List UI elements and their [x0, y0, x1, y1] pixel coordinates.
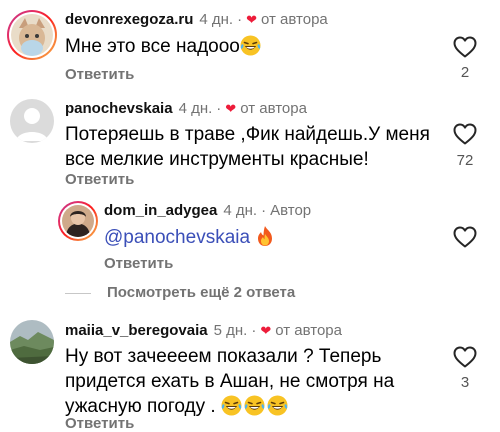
like-count: 3	[460, 374, 470, 391]
separator-dot: ·	[237, 11, 243, 28]
timestamp: 5 дн.	[213, 322, 248, 339]
avatar[interactable]	[7, 10, 57, 60]
replies-divider	[65, 293, 91, 294]
laughing-emoji-icon	[267, 395, 288, 416]
heart-outline-icon[interactable]	[453, 36, 477, 58]
profile-photo	[62, 205, 94, 237]
separator-dot: ·	[251, 322, 257, 339]
heart-filled-icon: ❤	[225, 101, 237, 116]
comment-text: Ну вот зачеееем показали ? Теперь придет…	[65, 346, 395, 417]
author-badge: от автора	[240, 100, 307, 117]
heart-filled-icon: ❤	[246, 12, 257, 27]
default-avatar-icon	[16, 108, 48, 141]
reply-button[interactable]: Ответить	[65, 415, 134, 432]
heart-outline-icon[interactable]	[453, 123, 477, 145]
author-badge: Автор	[270, 202, 312, 219]
heart-outline-icon[interactable]	[453, 226, 477, 248]
avatar[interactable]	[58, 201, 98, 241]
author-badge: от автора	[275, 322, 342, 339]
author-badge: от автора	[261, 11, 328, 28]
laughing-emoji-icon	[221, 395, 242, 416]
comment-text: Потеряешь в траве ,Фик найдешь.У меня вс…	[65, 124, 430, 170]
separator-dot: ·	[216, 100, 222, 117]
timestamp: 4 дн.	[223, 202, 258, 219]
comment-meta: panochevskaia 4 дн. · ❤ от автора	[65, 100, 307, 117]
avatar[interactable]	[10, 99, 54, 143]
laughing-emoji-icon	[240, 35, 261, 56]
landscape-photo	[10, 320, 54, 364]
heart-outline-icon[interactable]	[453, 346, 477, 368]
timestamp: 4 дн.	[199, 11, 234, 28]
comment-text: Мне это все надооо	[65, 34, 261, 59]
username[interactable]: devonrexegoza.ru	[65, 11, 193, 28]
comment-text: @panochevskaia	[104, 225, 275, 250]
like-count: 2	[460, 64, 470, 81]
comment-meta: devonrexegoza.ru 4 дн. · ❤ от автора	[65, 11, 328, 28]
username[interactable]: dom_in_adygea	[104, 202, 217, 219]
timestamp: 4 дн.	[178, 100, 213, 117]
fire-emoji-icon	[255, 225, 275, 247]
laughing-emoji-icon	[244, 395, 265, 416]
username[interactable]: maiia_v_beregovaia	[65, 322, 208, 339]
separator-dot: ·	[261, 202, 267, 219]
reply-button[interactable]: Ответить	[65, 66, 134, 83]
mention-link[interactable]: @panochevskaia	[104, 227, 250, 248]
cat-avatar-image	[11, 14, 53, 56]
comment-meta: maiia_v_beregovaia 5 дн. · ❤ от автора	[65, 322, 342, 339]
comment-meta: dom_in_adygea 4 дн. · Автор	[104, 202, 311, 219]
avatar[interactable]	[10, 320, 54, 364]
view-more-replies-button[interactable]: Посмотреть ещё 2 ответа	[107, 284, 295, 301]
reply-button[interactable]: Ответить	[104, 255, 173, 272]
username[interactable]: panochevskaia	[65, 100, 173, 117]
heart-filled-icon: ❤	[260, 323, 272, 338]
reply-button[interactable]: Ответить	[65, 171, 134, 188]
like-count: 72	[456, 152, 474, 169]
